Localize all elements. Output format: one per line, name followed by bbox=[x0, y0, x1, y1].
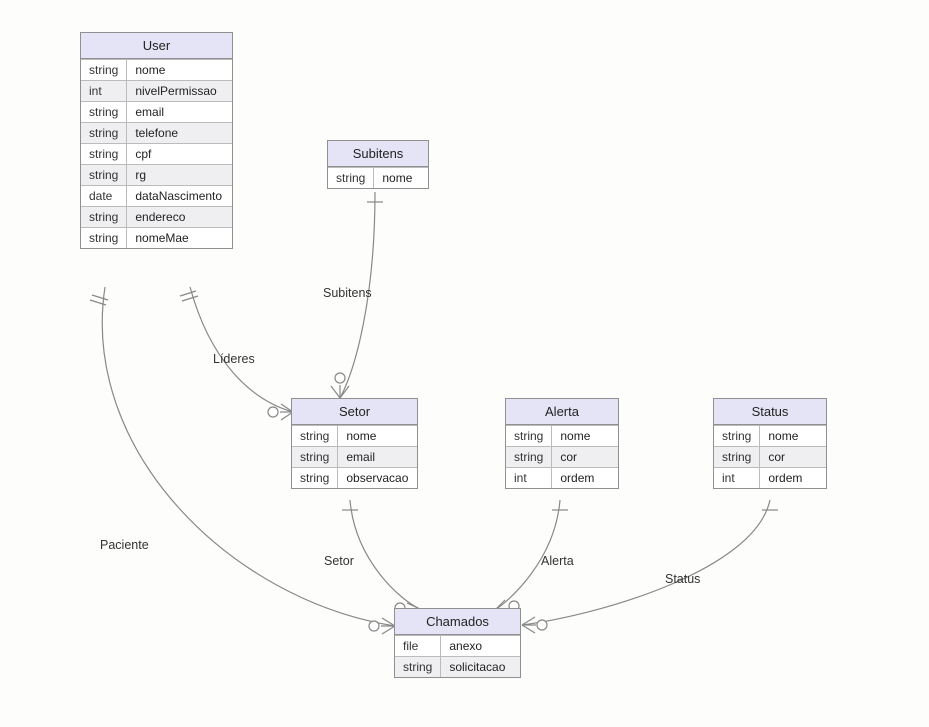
rel-label-paciente: Paciente bbox=[100, 538, 149, 552]
rel-label-lideres: Líderes bbox=[213, 352, 255, 366]
entity-subitens: Subitens stringnome bbox=[327, 140, 429, 189]
entity-user-rows: stringnome intnivelPermissao stringemail… bbox=[81, 59, 232, 248]
entity-status-title: Status bbox=[714, 399, 826, 425]
entity-alerta-title: Alerta bbox=[506, 399, 618, 425]
entity-subitens-title: Subitens bbox=[328, 141, 428, 167]
entity-setor-title: Setor bbox=[292, 399, 417, 425]
entity-user: User stringnome intnivelPermissao string… bbox=[80, 32, 233, 249]
entity-status-rows: stringnome stringcor intordem bbox=[714, 425, 826, 488]
rel-label-subitens: Subitens bbox=[323, 286, 372, 300]
entity-alerta: Alerta stringnome stringcor intordem bbox=[505, 398, 619, 489]
entity-subitens-rows: stringnome bbox=[328, 167, 428, 188]
entity-chamados-title: Chamados bbox=[395, 609, 520, 635]
entity-chamados-rows: fileanexo stringsolicitacao bbox=[395, 635, 520, 677]
entity-alerta-rows: stringnome stringcor intordem bbox=[506, 425, 618, 488]
rel-label-alerta: Alerta bbox=[541, 554, 574, 568]
entity-setor-rows: stringnome stringemail stringobservacao bbox=[292, 425, 417, 488]
entity-status: Status stringnome stringcor intordem bbox=[713, 398, 827, 489]
entity-chamados: Chamados fileanexo stringsolicitacao bbox=[394, 608, 521, 678]
entity-user-title: User bbox=[81, 33, 232, 59]
entity-setor: Setor stringnome stringemail stringobser… bbox=[291, 398, 418, 489]
rel-label-status: Status bbox=[665, 572, 700, 586]
rel-label-setor: Setor bbox=[324, 554, 354, 568]
